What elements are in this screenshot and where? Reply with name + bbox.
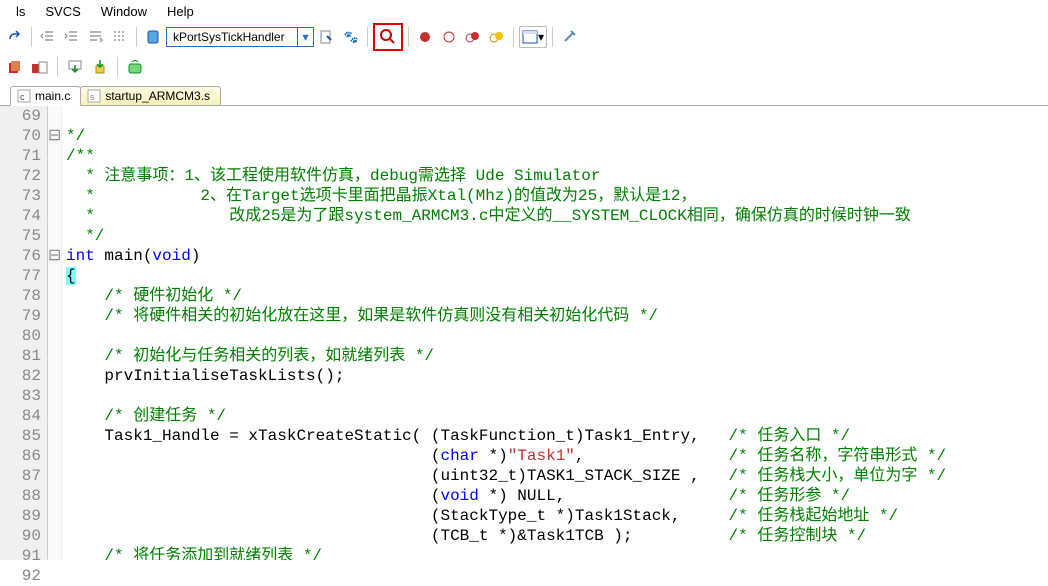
batch-build-icon[interactable] <box>29 56 51 78</box>
tab-label-active: main.c <box>35 89 70 103</box>
function-combo[interactable]: kPortSysTickHandler ▾ <box>166 27 314 47</box>
code-editor[interactable]: 69 70 71 72 73 74 75 76 77 78 79 80 81 8… <box>0 106 1048 560</box>
show-guides-icon[interactable] <box>109 26 131 48</box>
menu-partial[interactable]: ls <box>8 2 33 21</box>
build-toolbar <box>0 52 1048 82</box>
find-refs-icon[interactable]: 🐾 <box>340 26 362 48</box>
menu-window[interactable]: Window <box>93 2 155 21</box>
indent-icon[interactable] <box>61 26 83 48</box>
configure-icon[interactable] <box>558 26 580 48</box>
menu-bar: ls SVCS Window Help <box>0 0 1048 22</box>
tab-main-c[interactable]: c main.c <box>10 86 81 106</box>
fold-column[interactable]: ⊟ ⊟ <box>48 106 62 560</box>
code-content[interactable]: */ /** * 注意事项：1、该工程使用软件仿真，debug需选择 Ude S… <box>62 106 1048 560</box>
goto-def-icon[interactable] <box>316 26 338 48</box>
svg-text:c: c <box>20 92 25 102</box>
menu-help[interactable]: Help <box>159 2 202 21</box>
breakpoint-disabled-icon[interactable] <box>438 26 460 48</box>
breakpoint-icon[interactable] <box>414 26 436 48</box>
debug-magnify-icon[interactable] <box>377 26 399 48</box>
bookmark-icon[interactable] <box>142 26 164 48</box>
breakpoint-disable-all-icon[interactable] <box>462 26 484 48</box>
download-icon[interactable] <box>64 56 86 78</box>
highlighted-toolbar-item <box>373 23 403 51</box>
build-icon[interactable] <box>4 56 26 78</box>
function-combo-text: kPortSysTickHandler <box>167 30 297 44</box>
line-number-gutter: 69 70 71 72 73 74 75 76 77 78 79 80 81 8… <box>0 106 48 560</box>
c-file-icon: c <box>17 89 31 103</box>
show-ws-icon[interactable] <box>85 26 107 48</box>
tab-startup[interactable]: s startup_ARMCM3.s <box>80 86 221 105</box>
svg-text:s: s <box>90 92 95 102</box>
chevron-down-icon: ▾ <box>297 28 313 46</box>
window-layout-icon[interactable]: ▾ <box>519 26 547 48</box>
download-flash-icon[interactable] <box>89 56 111 78</box>
options-icon[interactable] <box>124 56 146 78</box>
outdent-icon[interactable] <box>37 26 59 48</box>
tab-label-inactive: startup_ARMCM3.s <box>105 89 210 103</box>
menu-svcs[interactable]: SVCS <box>37 2 88 21</box>
redo-icon[interactable] <box>4 26 26 48</box>
main-toolbar: kPortSysTickHandler ▾ 🐾 ▾ <box>0 22 1048 52</box>
asm-file-icon: s <box>87 89 101 103</box>
file-tabs: c main.c s startup_ARMCM3.s <box>0 82 1048 106</box>
breakpoint-remove-all-icon[interactable] <box>486 26 508 48</box>
